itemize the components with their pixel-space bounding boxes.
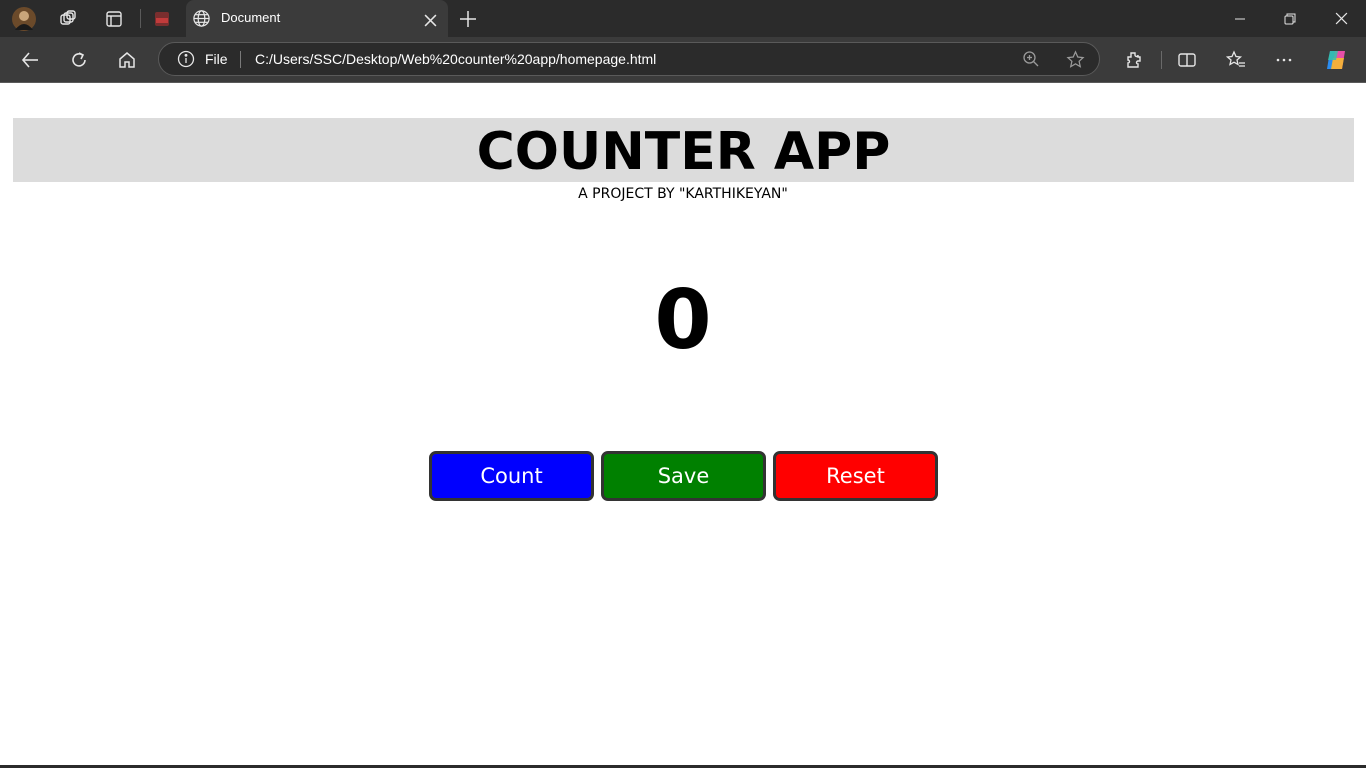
close-tab-icon[interactable]: [424, 12, 437, 31]
app-subtitle: A PROJECT BY "KARTHIKEYAN": [578, 186, 788, 202]
button-row: Count Save Reset: [429, 451, 939, 501]
tab-bar: Document: [0, 0, 1366, 37]
count-button[interactable]: Count: [429, 451, 594, 501]
favorite-star-icon[interactable]: [1066, 50, 1085, 73]
extensions-icon[interactable]: [1118, 44, 1150, 76]
toolbar-separator: [1161, 51, 1162, 69]
new-tab-icon[interactable]: [453, 4, 483, 34]
address-bar[interactable]: File C:/Users/SSC/Desktop/Web%20counter%…: [158, 42, 1100, 76]
minimize-icon[interactable]: [1215, 0, 1265, 37]
workspaces-icon[interactable]: [53, 4, 83, 34]
address-scheme-label: File: [205, 51, 228, 67]
reset-button[interactable]: Reset: [773, 451, 938, 501]
home-icon[interactable]: [111, 44, 143, 76]
address-url[interactable]: C:/Users/SSC/Desktop/Web%20counter%20app…: [255, 51, 656, 67]
pdf-tab-icon[interactable]: [147, 4, 177, 34]
tab-actions-icon[interactable]: [99, 4, 129, 34]
address-separator: [240, 51, 241, 68]
split-screen-icon[interactable]: [1171, 44, 1203, 76]
back-icon[interactable]: [14, 44, 46, 76]
save-button[interactable]: Save: [601, 451, 766, 501]
restore-icon[interactable]: [1265, 0, 1315, 37]
tab-title: Document: [221, 10, 281, 25]
tab-document[interactable]: Document: [186, 0, 448, 37]
close-window-icon[interactable]: [1316, 0, 1366, 37]
counter-value: 0: [654, 273, 712, 368]
page-content: COUNTER APP A PROJECT BY "KARTHIKEYAN" 0…: [0, 83, 1366, 765]
zoom-icon[interactable]: [1022, 50, 1040, 72]
app-title: COUNTER APP: [476, 122, 891, 182]
more-options-icon[interactable]: [1268, 44, 1300, 76]
favorites-icon[interactable]: [1220, 44, 1252, 76]
info-icon[interactable]: [177, 50, 195, 72]
tab-separator: [140, 9, 141, 28]
header-band: COUNTER APP: [13, 118, 1354, 182]
refresh-icon[interactable]: [63, 44, 95, 76]
copilot-icon[interactable]: [1320, 44, 1352, 76]
browser-toolbar: File C:/Users/SSC/Desktop/Web%20counter%…: [0, 37, 1366, 83]
globe-icon: [192, 9, 211, 32]
profile-avatar[interactable]: [9, 4, 39, 34]
